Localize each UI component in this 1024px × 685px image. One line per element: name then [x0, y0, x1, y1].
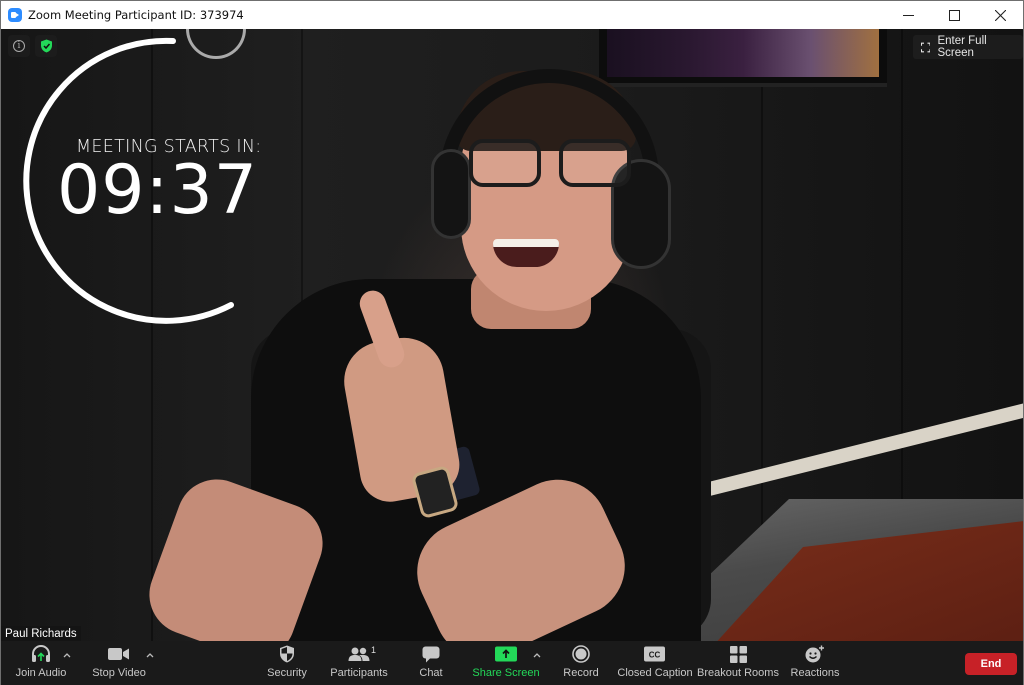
breakout-rooms-label: Breakout Rooms — [697, 667, 779, 679]
headphones-icon — [32, 645, 50, 662]
join-audio-label: Join Audio — [15, 667, 67, 679]
headphones-earcup-left — [431, 149, 471, 239]
meeting-toolbar: Join Audio Stop Video Security 1 Partici… — [1, 641, 1023, 685]
security-label: Security — [267, 667, 307, 679]
minimize-button[interactable] — [885, 1, 931, 29]
shield-check-icon — [40, 39, 52, 53]
video-camera-icon — [108, 648, 129, 660]
countdown-timer: 09:37 — [57, 151, 258, 230]
maximize-icon — [948, 9, 960, 21]
closed-caption-icon: CC — [644, 646, 665, 662]
closed-caption-label: Closed Caption — [617, 667, 693, 679]
zoom-app-icon — [8, 8, 22, 22]
share-screen-label: Share Screen — [472, 667, 540, 679]
share-options-caret[interactable] — [533, 650, 543, 660]
title-bar: Zoom Meeting Participant ID: 373974 — [1, 1, 1023, 29]
reactions-label: Reactions — [790, 667, 840, 679]
fullscreen-icon — [921, 42, 931, 52]
svg-text:CC: CC — [649, 651, 661, 660]
chevron-up-icon — [533, 653, 541, 658]
join-audio-button[interactable]: Join Audio — [15, 641, 67, 685]
security-shield-icon — [280, 645, 294, 663]
security-button[interactable]: Security — [265, 641, 309, 685]
chevron-up-icon — [146, 653, 154, 658]
maximize-button[interactable] — [931, 1, 977, 29]
record-button[interactable]: Record — [562, 641, 600, 685]
glasses — [469, 139, 639, 189]
enter-full-screen-button[interactable]: Enter Full Screen — [913, 35, 1023, 59]
stop-video-label: Stop Video — [92, 667, 146, 679]
end-meeting-button[interactable]: End — [965, 653, 1017, 675]
enter-full-screen-label: Enter Full Screen — [937, 35, 987, 59]
share-screen-icon — [495, 646, 517, 662]
glasses-lens-right — [559, 139, 631, 187]
participants-icon — [348, 647, 370, 661]
breakout-rooms-button[interactable]: Breakout Rooms — [697, 641, 779, 685]
tv-screen — [607, 29, 879, 77]
baseboard — [679, 402, 1023, 503]
chat-bubble-icon — [422, 646, 440, 662]
close-icon — [994, 9, 1006, 21]
chevron-up-icon — [63, 653, 71, 658]
meeting-info-button[interactable]: i — [8, 35, 30, 57]
zoom-window: Zoom Meeting Participant ID: 373974 MEET… — [0, 0, 1024, 685]
share-screen-button[interactable]: Share Screen — [472, 641, 540, 685]
closed-caption-button[interactable]: CC Closed Caption — [617, 641, 693, 685]
chat-button[interactable]: Chat — [415, 641, 447, 685]
record-label: Record — [563, 667, 599, 679]
breakout-rooms-icon — [729, 645, 747, 663]
reactions-button[interactable]: Reactions — [790, 641, 840, 685]
video-options-caret[interactable] — [146, 650, 156, 660]
encryption-status-button[interactable] — [35, 35, 57, 57]
audio-options-caret[interactable] — [63, 650, 73, 660]
background-tv — [599, 29, 887, 87]
video-feed: MEETING STARTS IN: 09:37 i Enter Full Sc… — [1, 29, 1023, 641]
minimize-icon — [902, 14, 914, 16]
reactions-smiley-icon — [805, 645, 824, 663]
participants-label: Participants — [330, 667, 388, 679]
window-controls — [885, 1, 1023, 29]
participants-button[interactable]: 1 Participants — [330, 641, 388, 685]
record-icon — [572, 645, 590, 663]
participant-name-tag: Paul Richards — [1, 626, 81, 641]
close-button[interactable] — [977, 1, 1023, 29]
participants-count: 1 — [371, 645, 377, 655]
glasses-lens-left — [469, 139, 541, 187]
stop-video-button[interactable]: Stop Video — [92, 641, 146, 685]
chat-label: Chat — [419, 667, 443, 679]
window-title: Zoom Meeting Participant ID: 373974 — [28, 8, 244, 22]
info-icon: i — [13, 40, 25, 52]
